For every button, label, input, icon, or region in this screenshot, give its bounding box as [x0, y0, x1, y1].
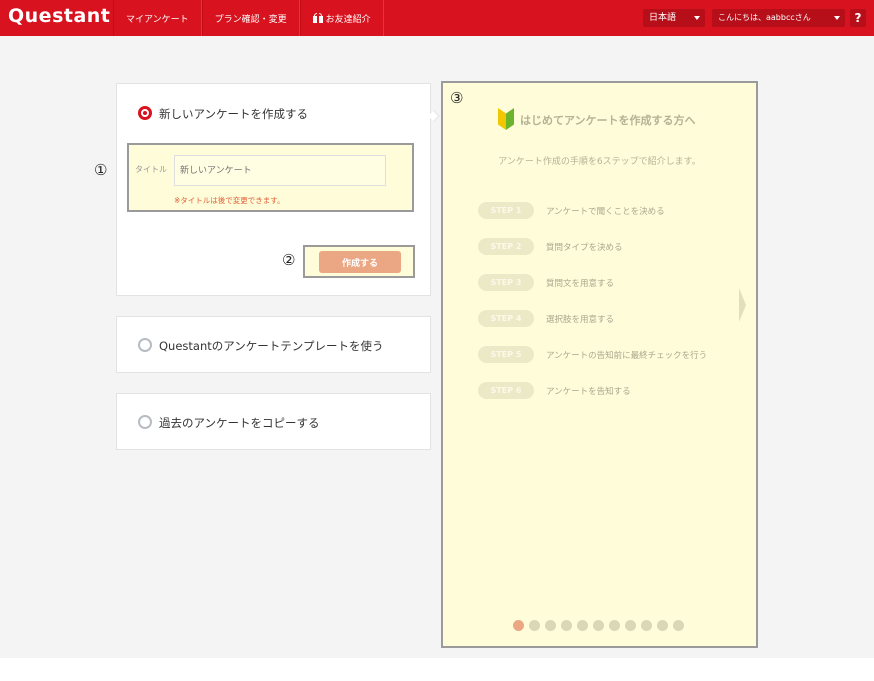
create-button-area: 作成する: [303, 245, 415, 278]
pagination-dot[interactable]: [641, 620, 652, 631]
language-value: 日本語: [649, 13, 677, 23]
title-form: タイトル ※タイトルは後で変更できます。: [127, 143, 414, 212]
guide-subtitle: アンケート作成の手順を6ステップで紹介します。: [498, 157, 701, 167]
pagination-dot[interactable]: [545, 620, 556, 631]
pagination-dot[interactable]: [513, 620, 524, 631]
template-label[interactable]: Questantのアンケートテンプレートを使う: [159, 338, 383, 354]
language-select[interactable]: 日本語: [643, 9, 705, 27]
template-radio[interactable]: [138, 338, 152, 352]
step-text: アンケートで聞くことを決める: [546, 206, 665, 217]
step-badge: STEP 2: [478, 238, 534, 255]
logo[interactable]: Questant: [8, 5, 110, 27]
pagination-dot[interactable]: [625, 620, 636, 631]
step-text: 質問文を用意する: [546, 278, 615, 289]
guide-header: はじめてアンケートを作成する方へ: [498, 108, 696, 132]
pagination-dot[interactable]: [593, 620, 604, 631]
gift-icon: [312, 13, 323, 23]
step-badge: STEP 4: [478, 310, 534, 327]
step-text: 質問タイプを決める: [546, 242, 623, 253]
content-area: 新しいアンケートを作成する ① タイトル ※タイトルは後で変更できます。 ② 作…: [0, 36, 874, 658]
marker-3: ③: [450, 89, 464, 107]
beginner-guide-panel: ③ はじめてアンケートを作成する方へ アンケート作成の手順を6ステップで紹介しま…: [441, 81, 758, 648]
new-survey-label[interactable]: 新しいアンケートを作成する: [159, 106, 308, 122]
copy-survey-label[interactable]: 過去のアンケートをコピーする: [159, 415, 320, 431]
nav-refer-friend[interactable]: お友達紹介: [299, 0, 384, 36]
slide-pagination: [513, 620, 684, 631]
copy-survey-card[interactable]: 過去のアンケートをコピーする: [116, 393, 431, 450]
pagination-dot[interactable]: [529, 620, 540, 631]
step-item: STEP 2 質問タイプを決める: [478, 238, 623, 255]
step-badge: STEP 5: [478, 346, 534, 363]
create-button[interactable]: 作成する: [319, 251, 401, 273]
footer: [0, 658, 874, 681]
step-item: STEP 5 アンケートの告知前に最終チェックを行う: [478, 346, 707, 363]
step-badge: STEP 1: [478, 202, 534, 219]
guide-title: はじめてアンケートを作成する方へ: [520, 114, 696, 127]
title-note: ※タイトルは後で変更できます。: [174, 196, 285, 205]
title-label: タイトル: [135, 165, 167, 174]
chevron-down-icon: [834, 16, 840, 20]
step-item: STEP 6 アンケートを告知する: [478, 382, 631, 399]
step-badge: STEP 6: [478, 382, 534, 399]
user-menu[interactable]: こんにちは、aabbccさん: [712, 9, 845, 27]
pagination-dot[interactable]: [673, 620, 684, 631]
pagination-dot[interactable]: [577, 620, 588, 631]
user-greeting: こんにちは、aabbccさん: [718, 13, 811, 22]
step-item: STEP 1 アンケートで聞くことを決める: [478, 202, 665, 219]
new-survey-radio[interactable]: [138, 106, 152, 120]
title-input[interactable]: [174, 155, 386, 186]
step-text: 選択肢を用意する: [546, 314, 615, 325]
pagination-dot[interactable]: [657, 620, 668, 631]
copy-survey-radio[interactable]: [138, 415, 152, 429]
main-nav: マイアンケート プラン確認・変更 お友達紹介: [113, 0, 384, 36]
beginner-mark-icon: [498, 108, 514, 132]
next-slide-arrow[interactable]: [739, 288, 746, 322]
pagination-dot[interactable]: [609, 620, 620, 631]
nav-plan[interactable]: プラン確認・変更: [201, 0, 300, 36]
chevron-down-icon: [694, 16, 700, 20]
marker-1: ①: [94, 161, 108, 179]
marker-2: ②: [282, 251, 296, 269]
header-bar: Questant マイアンケート プラン確認・変更 お友達紹介 日本語 こんにち…: [0, 0, 874, 42]
new-survey-card: 新しいアンケートを作成する ① タイトル ※タイトルは後で変更できます。 ② 作…: [94, 83, 440, 296]
nav-plan-label: プラン確認・変更: [214, 14, 287, 25]
step-badge: STEP 3: [478, 274, 534, 291]
card-pointer: [428, 110, 440, 122]
help-button[interactable]: ?: [850, 9, 866, 27]
nav-my-surveys-label: マイアンケート: [126, 14, 189, 25]
step-text: アンケートを告知する: [546, 386, 631, 397]
nav-my-surveys[interactable]: マイアンケート: [113, 0, 202, 36]
step-text: アンケートの告知前に最終チェックを行う: [546, 350, 708, 361]
pagination-dot[interactable]: [561, 620, 572, 631]
step-item: STEP 3 質問文を用意する: [478, 274, 614, 291]
nav-refer-friend-label: お友達紹介: [325, 14, 371, 25]
step-item: STEP 4 選択肢を用意する: [478, 310, 614, 327]
template-card[interactable]: Questantのアンケートテンプレートを使う: [116, 316, 431, 373]
